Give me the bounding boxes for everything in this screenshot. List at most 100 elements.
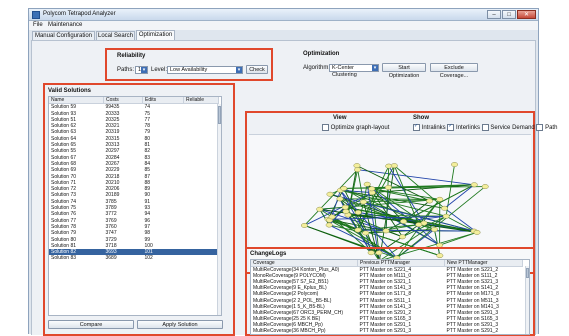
changelog-scrollbar[interactable]	[525, 266, 529, 335]
tab-optimization[interactable]: Optimization	[136, 30, 175, 40]
graph-node[interactable]	[317, 207, 323, 211]
level-label: Level:	[151, 67, 167, 73]
graph-node[interactable]	[399, 235, 405, 239]
table-row[interactable]: MultiReCoverage(67 ORC3_PERM_CH)PTT Mast…	[251, 310, 523, 316]
table-row[interactable]: Solution 599943574	[49, 104, 219, 111]
graph-node[interactable]	[341, 186, 347, 190]
checkbox-icon[interactable]	[447, 124, 454, 131]
graph-node[interactable]	[354, 163, 360, 167]
show-service-demand[interactable]: Service Demand	[482, 125, 535, 131]
tab-manual-configuration[interactable]: Manual Configuration	[32, 31, 95, 40]
checkbox-icon[interactable]	[482, 124, 489, 131]
graph-node[interactable]	[416, 222, 422, 226]
graph-node[interactable]	[437, 197, 443, 201]
graph-node[interactable]	[342, 205, 348, 209]
show-options: Intralinks Interlinks Service Demand Pat…	[413, 124, 557, 131]
checkbox-icon[interactable]	[536, 124, 543, 131]
table-row[interactable]: MultiReCoverage(2 Polycom)PTT Master on …	[251, 291, 523, 297]
level-select[interactable]: Low Availability ▾	[167, 66, 243, 74]
column-header-edits[interactable]: Edits	[143, 97, 184, 104]
table-row[interactable]: MultiReCoverage(2 2_POL_B5-BL)PTT Master…	[251, 298, 523, 304]
column-header-new[interactable]: New PTTManager	[445, 260, 523, 267]
checkbox-icon[interactable]	[322, 124, 329, 131]
exclude-coverage-button[interactable]: Exclude Coverage...	[430, 63, 478, 72]
compare-button[interactable]: Compare	[48, 320, 134, 329]
checkbox-icon[interactable]	[413, 124, 420, 131]
graph-node[interactable]	[301, 223, 307, 227]
column-header-costs[interactable]: Costs	[104, 97, 143, 104]
menu-file[interactable]: File	[33, 22, 43, 28]
column-header-previous[interactable]: Previous PTTManager	[358, 260, 445, 267]
graph-node[interactable]	[337, 197, 343, 201]
graph-node[interactable]	[431, 227, 437, 231]
graph-node[interactable]	[386, 164, 392, 168]
table-row[interactable]: MultiReCoverage(36 MBCH_Pp)PTT Master on…	[251, 328, 523, 334]
graph-node[interactable]	[327, 192, 333, 196]
show-interlinks[interactable]: Interlinks	[447, 125, 480, 131]
graph-node[interactable]	[329, 215, 335, 219]
menu-bar: File Maintenance	[29, 21, 538, 30]
changelog-title: ChangeLogs	[250, 251, 286, 257]
cell-previous-manager: PTT Master on S221_4	[358, 267, 445, 274]
interlinks-label: Interlinks	[456, 125, 480, 131]
scrollbar-thumb[interactable]	[526, 268, 529, 278]
close-button[interactable]: ✕	[517, 10, 536, 19]
optimize-layout-label: Optimize graph-layout	[331, 125, 390, 131]
path-label: Path	[545, 125, 557, 131]
column-header-name[interactable]: Name	[49, 97, 104, 104]
graph-node[interactable]	[326, 223, 332, 227]
graph-node[interactable]	[385, 185, 391, 189]
check-button[interactable]: Check	[246, 65, 268, 74]
graph-node[interactable]	[426, 199, 432, 203]
apply-solution-button[interactable]: Apply Solution	[137, 320, 223, 329]
start-optimization-button[interactable]: Start Optimization	[382, 63, 426, 72]
cell-name: Solution 59	[49, 104, 104, 111]
changelog-table-body: MultiReCoverage(34 Konton_Plus_A0)PTT Ma…	[251, 267, 523, 335]
cell-reliable	[184, 104, 219, 111]
algorithm-value: K-Center Clustering	[332, 65, 357, 78]
graph-node[interactable]	[343, 209, 349, 213]
view-title: View	[333, 115, 347, 121]
graph-node[interactable]	[482, 184, 488, 188]
graph-node[interactable]	[383, 229, 389, 233]
optimize-layout-option[interactable]: Optimize graph-layout	[322, 124, 389, 131]
cell-reliable	[184, 255, 219, 261]
scrollbar-thumb[interactable]	[218, 106, 221, 124]
column-header-reliable[interactable]: Reliable	[184, 97, 219, 104]
changelog-header-row: Coverage Previous PTTManager New PTTMana…	[251, 260, 523, 267]
optimization-panel: Reliability Paths: 1 ▾ Level: Low Availa…	[31, 40, 536, 335]
graph-node[interactable]	[364, 182, 370, 186]
table-row[interactable]: MultiReCoverage(34 Konton_Plus_A0)PTT Ma…	[251, 267, 523, 274]
valid-solutions-title: Valid Solutions	[48, 88, 91, 94]
cell-costs: 3689	[104, 255, 143, 261]
menu-maintenance[interactable]: Maintenance	[48, 22, 82, 28]
tab-local-search[interactable]: Local Search	[96, 31, 135, 40]
solutions-scrollbar[interactable]	[217, 104, 221, 316]
graph-node[interactable]	[451, 162, 457, 166]
graph-node[interactable]	[355, 228, 361, 232]
show-intralinks[interactable]: Intralinks	[413, 125, 446, 131]
graph-node[interactable]	[369, 187, 375, 191]
table-row[interactable]: Solution 833689102	[49, 255, 219, 261]
maximize-button[interactable]: □	[502, 10, 516, 19]
graph-node[interactable]	[471, 183, 477, 187]
solutions-table-body: Solution 599943574Solution 932033375Solu…	[49, 104, 219, 262]
column-header-coverage[interactable]: Coverage	[251, 260, 358, 267]
show-path[interactable]: Path	[536, 125, 557, 131]
minimize-button[interactable]: –	[487, 10, 501, 19]
graph-node[interactable]	[363, 231, 369, 235]
graph-node[interactable]	[354, 167, 360, 171]
paths-select[interactable]: 1 ▾	[135, 66, 148, 74]
algorithm-select[interactable]: K-Center Clustering ▾	[329, 64, 379, 72]
graph-node[interactable]	[355, 210, 361, 214]
tab-bar: Manual Configuration Local Search Optimi…	[29, 30, 538, 40]
graph-node[interactable]	[360, 200, 366, 204]
cell-new-manager: PTT Master on S221_2	[445, 267, 523, 274]
reliability-group: Reliability Paths: 1 ▾ Level: Low Availa…	[105, 48, 273, 81]
table-row[interactable]: MultiReCoverage(1 5_K_B5-BL)PTT Master o…	[251, 304, 523, 310]
graph-node[interactable]	[474, 230, 480, 234]
solutions-table-container: Name Costs Edits Reliable Solution 59994…	[48, 96, 222, 316]
graph-node[interactable]	[443, 214, 449, 218]
graph-node[interactable]	[400, 219, 406, 223]
graph-node[interactable]	[441, 206, 447, 210]
